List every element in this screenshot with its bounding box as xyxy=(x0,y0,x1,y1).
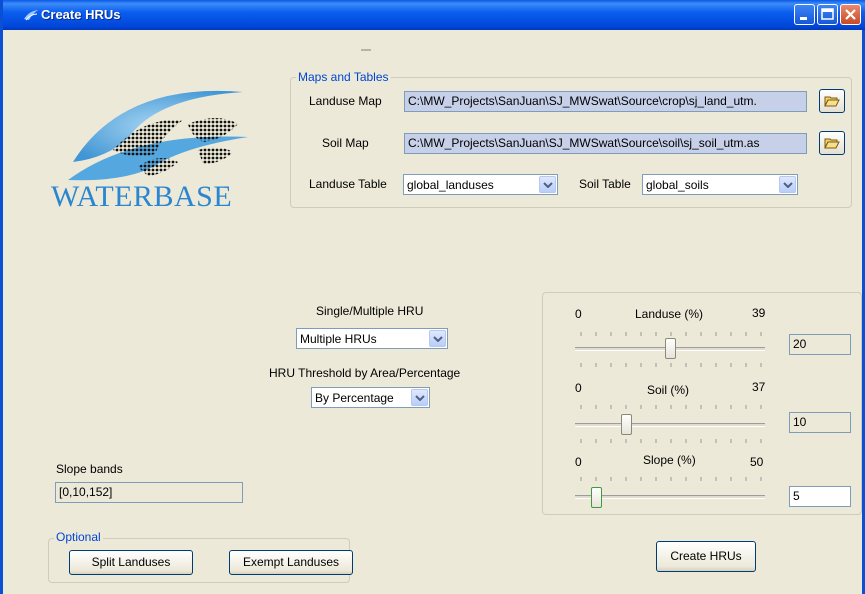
close-button[interactable] xyxy=(840,4,861,25)
browse-soil-map-button[interactable] xyxy=(819,131,845,155)
single-multiple-hru-select[interactable]: Multiple HRUs xyxy=(296,328,448,349)
slope-bands-label: Slope bands xyxy=(56,462,123,476)
landuse-ticks-bottom xyxy=(580,363,762,367)
slope-bands-field[interactable]: [0,10,152] xyxy=(55,482,243,503)
thresholds-group: 0 Landuse (%) 39 20 0 Soil (%) 37 10 0 S… xyxy=(542,292,862,515)
minimize-icon xyxy=(800,17,807,20)
landuse-table-value: global_landuses xyxy=(407,178,494,192)
maximize-button[interactable] xyxy=(817,4,838,25)
hru-threshold-value: By Percentage xyxy=(315,391,394,405)
hru-threshold-label: HRU Threshold by Area/Percentage xyxy=(269,366,461,380)
title-bar[interactable]: Create HRUs xyxy=(3,0,865,30)
soil-map-label: Soil Map xyxy=(322,136,369,150)
maximize-icon xyxy=(821,8,834,20)
chevron-down-icon[interactable] xyxy=(429,330,446,347)
browse-landuse-map-button[interactable] xyxy=(819,89,845,113)
maps-and-tables-legend: Maps and Tables xyxy=(296,70,391,84)
soil-table-value: global_soils xyxy=(646,178,709,192)
slope-max-label: 50 xyxy=(750,455,764,469)
soil-table-select[interactable]: global_soils xyxy=(642,174,798,195)
landuse-table-label: Landuse Table xyxy=(309,177,387,191)
split-landuses-button[interactable]: Split Landuses xyxy=(69,550,193,575)
slope-min-label: 0 xyxy=(575,455,582,469)
minimize-button[interactable] xyxy=(794,4,815,25)
app-icon xyxy=(24,10,38,21)
close-icon xyxy=(845,9,856,20)
logo-wordmark: WATERBASE xyxy=(51,180,233,213)
slope-slider-track[interactable] xyxy=(575,495,765,499)
landuse-slider-thumb[interactable] xyxy=(664,338,676,359)
soil-ticks-bottom xyxy=(580,439,762,443)
chevron-down-icon[interactable] xyxy=(411,389,428,406)
soil-max-label: 37 xyxy=(752,380,766,394)
slope-slider-thumb[interactable] xyxy=(590,487,602,508)
landuse-table-select[interactable]: global_landuses xyxy=(403,174,558,195)
hru-threshold-select[interactable]: By Percentage xyxy=(311,387,430,408)
landuse-max-label: 39 xyxy=(752,306,766,320)
soil-value-field[interactable]: 10 xyxy=(789,412,851,433)
slope-ticks-top xyxy=(580,477,762,481)
single-multiple-hru-label: Single/Multiple HRU xyxy=(316,304,424,318)
soil-table-label: Soil Table xyxy=(579,177,631,191)
exempt-landuses-button[interactable]: Exempt Landuses xyxy=(229,550,353,575)
soil-ticks-top xyxy=(580,405,762,409)
single-multiple-hru-value: Multiple HRUs xyxy=(300,332,377,346)
optional-group: Optional Split Landuses Exempt Landuses xyxy=(48,530,353,583)
create-hrus-window: Create HRUs WATERBASE Maps and Tables La… xyxy=(0,0,865,594)
waterbase-logo: WATERBASE xyxy=(43,72,263,222)
soil-slider-track[interactable] xyxy=(575,423,765,427)
soil-map-path[interactable]: C:\MW_Projects\SanJuan\SJ_MWSwat\Source\… xyxy=(404,133,807,154)
soil-slider-label: Soil (%) xyxy=(647,383,690,397)
folder-open-icon xyxy=(824,96,840,107)
folder-open-icon xyxy=(824,138,840,149)
landuse-value-field[interactable]: 20 xyxy=(789,334,851,355)
landuse-map-path[interactable]: C:\MW_Projects\SanJuan\SJ_MWSwat\Source\… xyxy=(404,91,807,112)
landuse-min-label: 0 xyxy=(575,307,582,321)
landuse-map-label: Landuse Map xyxy=(309,94,382,108)
maps-and-tables-group: Maps and Tables Landuse Map C:\MW_Projec… xyxy=(290,70,852,208)
slope-value-field[interactable]: 5 xyxy=(789,486,851,507)
landuse-ticks-top xyxy=(580,332,762,336)
optional-legend: Optional xyxy=(54,530,103,544)
chevron-down-icon[interactable] xyxy=(779,176,796,193)
splitter-grip[interactable] xyxy=(361,49,371,51)
soil-min-label: 0 xyxy=(575,381,582,395)
create-hrus-button[interactable]: Create HRUs xyxy=(656,541,756,572)
soil-slider-thumb[interactable] xyxy=(621,414,633,435)
slope-slider-label: Slope (%) xyxy=(643,453,696,467)
window-title: Create HRUs xyxy=(41,7,121,22)
chevron-down-icon[interactable] xyxy=(539,176,556,193)
landuse-slider-label: Landuse (%) xyxy=(635,307,704,321)
